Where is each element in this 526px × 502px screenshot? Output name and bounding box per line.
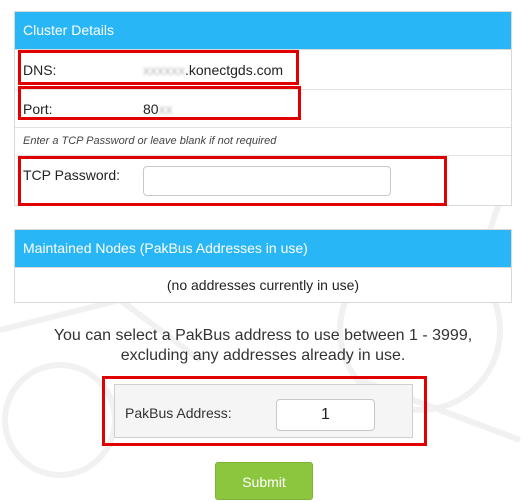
maintained-nodes-header: Maintained Nodes (PakBus Addresses in us…	[15, 230, 511, 268]
cluster-details-header: Cluster Details	[15, 12, 511, 50]
tcp-password-highlight	[18, 156, 447, 206]
port-highlight	[18, 86, 301, 120]
pakbus-info-line-1: You can select a PakBus address to use b…	[53, 327, 473, 344]
password-hint: Enter a TCP Password or leave blank if n…	[23, 135, 277, 147]
pakbus-info-line-2: excluding any addresses already in use.	[120, 347, 406, 364]
maintained-nodes-panel: Maintained Nodes (PakBus Addresses in us…	[14, 229, 512, 303]
submit-button[interactable]: Submit	[215, 462, 313, 500]
pakbus-address-highlight	[102, 376, 427, 446]
hint-row: Enter a TCP Password or leave blank if n…	[15, 128, 511, 156]
dns-highlight	[18, 50, 299, 85]
no-addresses-text: (no addresses currently in use)	[166, 277, 360, 293]
